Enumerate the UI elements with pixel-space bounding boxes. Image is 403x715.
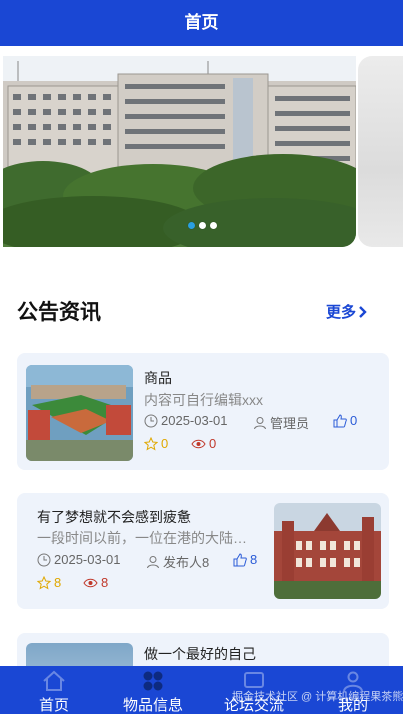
carousel-dot[interactable] [188,222,195,229]
notice-card[interactable]: 有了梦想就不会感到疲惫 一段时间以前，一位在港的大陆… 2025-03-01 发… [17,493,389,609]
clock-icon [144,414,158,427]
eye-icon [83,578,98,587]
notice-author: 发布人8 [146,552,209,571]
tab-home-label: 首页 [38,697,69,714]
notice-date-text: 2025-03-01 [54,552,121,567]
star-icon [37,575,51,590]
grid-icon [143,671,163,691]
carousel-dot[interactable] [199,222,206,229]
notice-favorites-count: 0 [161,436,169,451]
notice-likes[interactable]: 0 [333,413,357,428]
banner-slide-next[interactable] [358,56,403,247]
notice-favorites[interactable]: 8 [37,575,61,590]
home-icon [43,670,65,691]
notice-likes[interactable]: 8 [233,552,257,567]
notice-summary: 内容可自行编辑xxx [144,392,263,408]
notice-date-text: 2025-03-01 [161,413,228,428]
notice-author-text: 管理员 [270,416,310,431]
red-brick-building-image [274,503,381,599]
notice-thumbnail [274,503,381,599]
notice-likes-count: 8 [250,552,258,567]
banner-carousel[interactable] [0,56,403,248]
notice-views: 8 [83,575,108,590]
clock-icon [37,553,51,566]
eye-icon [191,439,206,448]
chevron-right-icon [359,305,367,318]
carousel-dot[interactable] [210,222,217,229]
page-title: 首页 [184,13,219,32]
notice-title: 商品 [144,370,172,386]
notice-author: 管理员 [253,413,309,432]
thumbs-up-icon [333,413,347,427]
thumbs-up-icon [233,552,247,566]
section-title: 公告资讯 [17,301,101,324]
more-link[interactable]: 更多 [326,301,368,322]
notice-title: 做一个最好的自己 [144,646,256,662]
banner-slide-campus[interactable] [3,56,356,247]
notice-date: 2025-03-01 [37,552,121,567]
tab-items-label: 物品信息 [122,697,183,714]
star-icon [144,436,158,451]
watermark-text: 掘金技术社区 @ 计算机编程果茶熊 [232,691,403,703]
notice-title: 有了梦想就不会感到疲惫 [37,509,191,525]
notice-thumbnail [26,365,133,461]
notice-views-count: 0 [209,436,217,451]
top-bar: 首页 [0,0,403,46]
notice-views-count: 8 [101,575,109,590]
carousel-indicator [188,222,217,229]
notice-favorites-count: 8 [54,575,62,590]
notice-author-text: 发布人8 [163,555,210,570]
notice-card[interactable]: 商品 内容可自行编辑xxx 2025-03-01 管理员 0 0 0 [17,353,389,470]
notice-section-header: 公告资讯 更多 [17,296,370,328]
tab-home[interactable]: 首页 [14,666,94,714]
user-icon [147,555,159,568]
tab-items[interactable]: 物品信息 [113,666,193,714]
more-label: 更多 [325,304,356,321]
notice-favorites[interactable]: 0 [144,436,168,451]
notice-views: 0 [191,436,216,451]
user-icon [254,416,266,429]
campus-building-image [3,56,356,247]
notice-summary: 一段时间以前，一位在港的大陆… [37,530,247,546]
notice-likes-count: 0 [350,413,358,428]
school-aerial-image [26,365,133,461]
notice-date: 2025-03-01 [144,413,228,428]
